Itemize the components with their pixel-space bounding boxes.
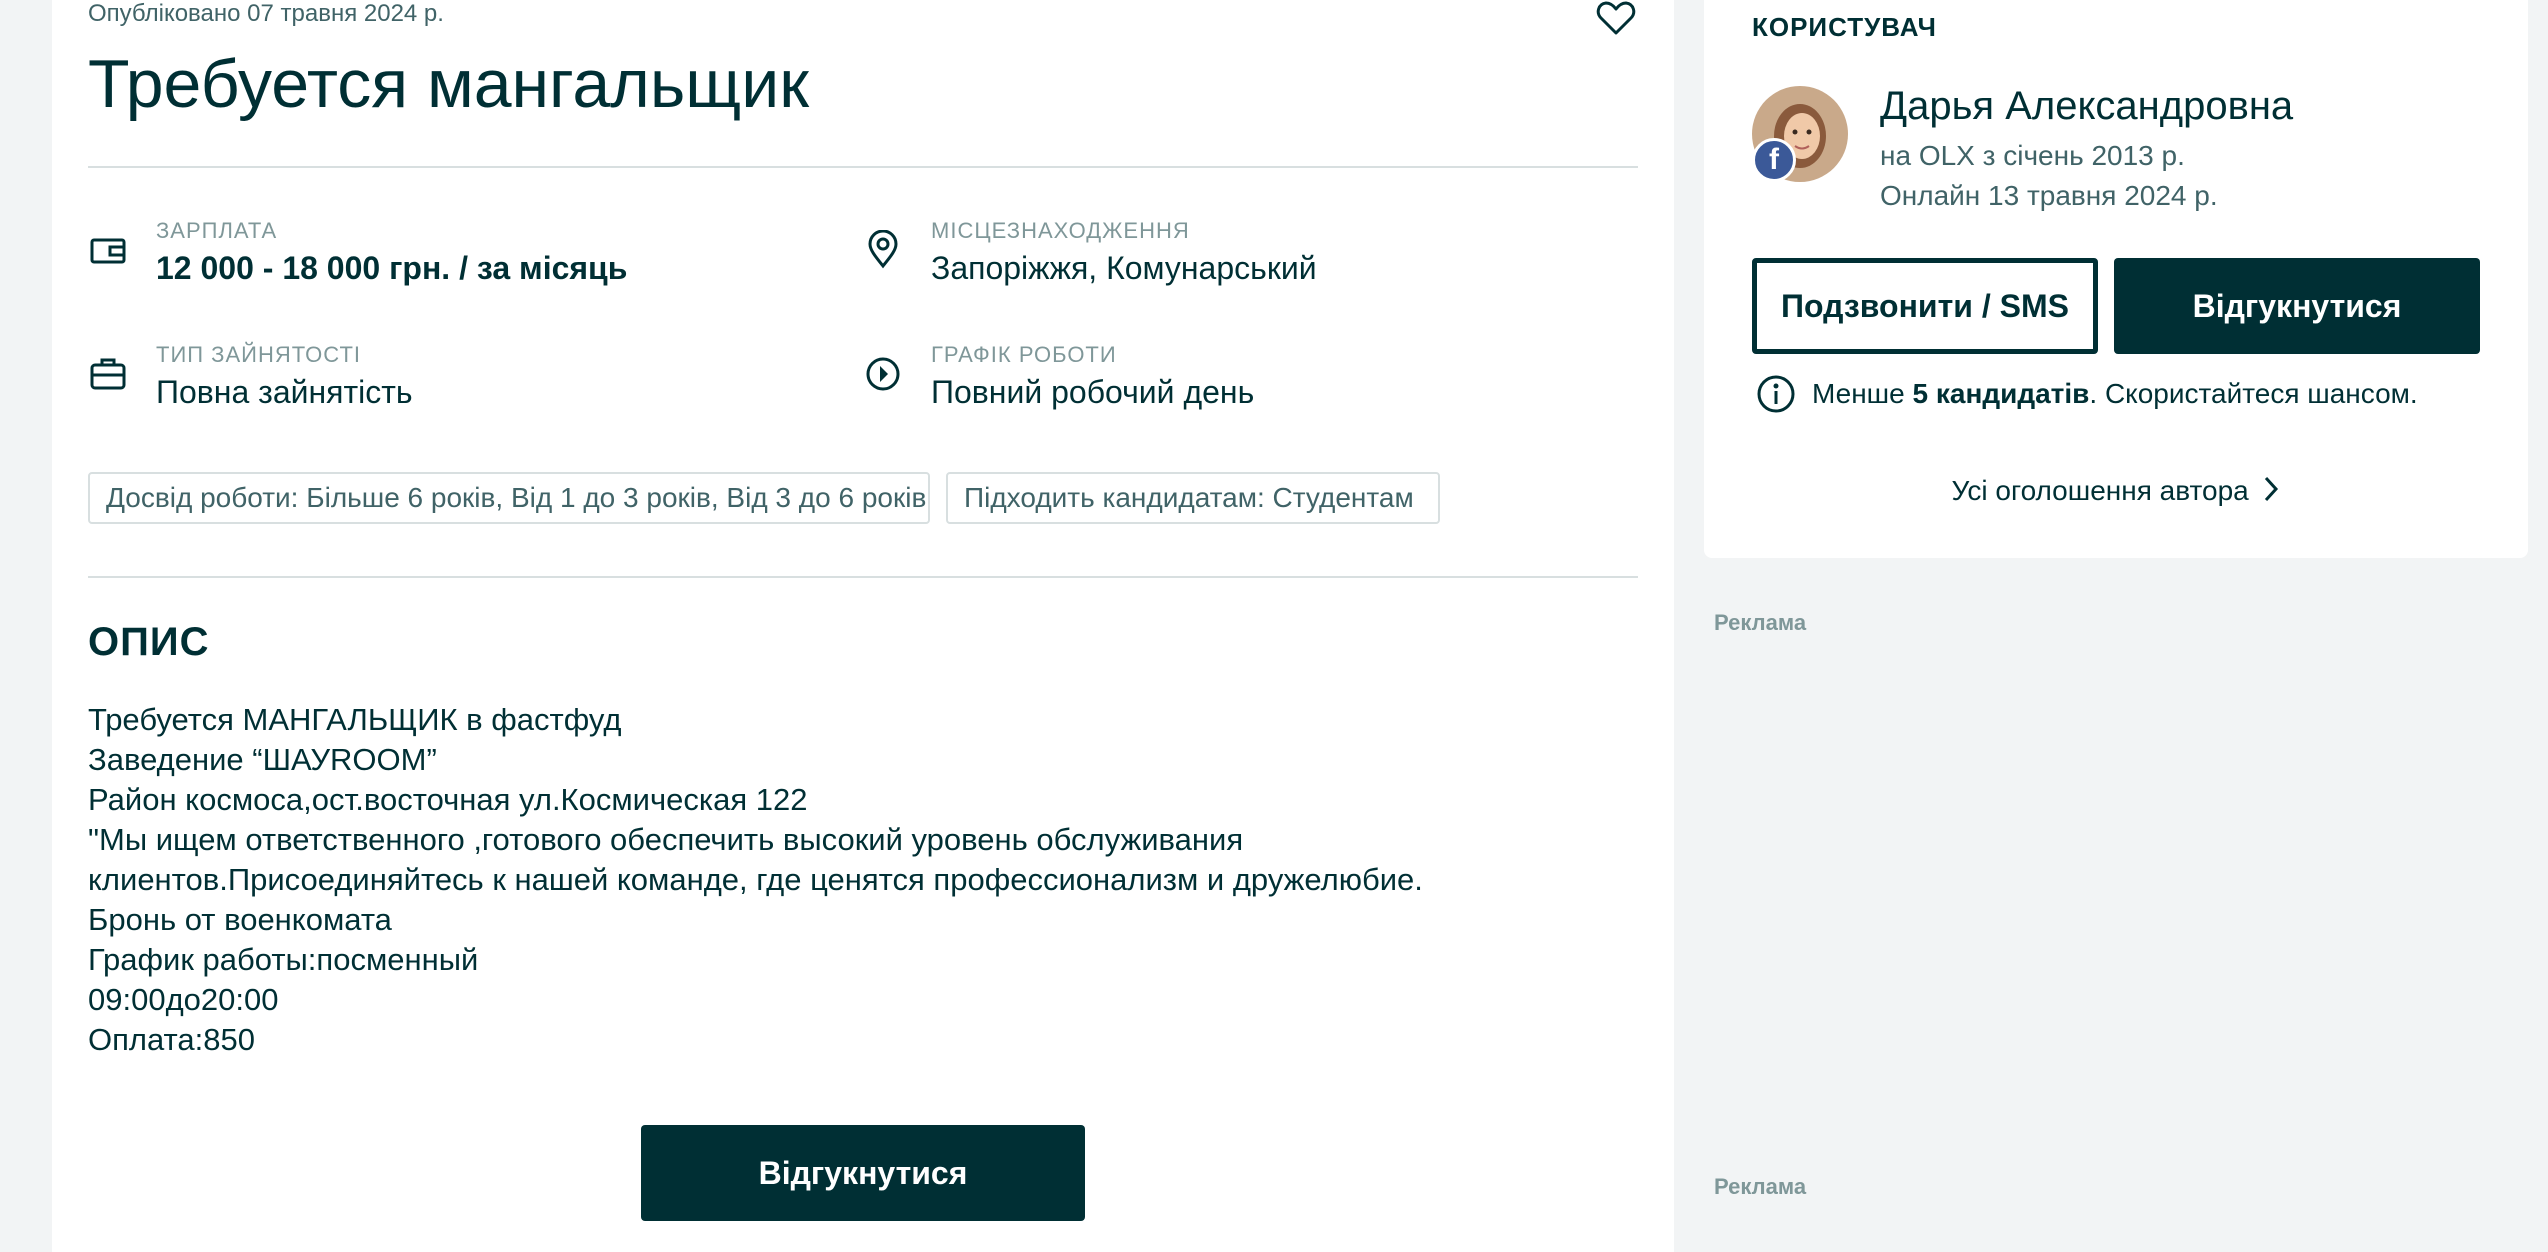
- info-icon: [1756, 374, 1796, 414]
- description-line: 09:00до20:00: [88, 982, 279, 1017]
- hint-suffix: . Скористайтеся шансом.: [2089, 378, 2418, 409]
- chevron-right-icon: [2261, 474, 2281, 511]
- member-since: на OLX з січень 2013 р.: [1880, 140, 2185, 171]
- divider: [88, 166, 1638, 168]
- schedule-label: ГРАФІК РОБОТИ: [931, 342, 1117, 367]
- experience-tag: Досвід роботи: Більше 6 років, Від 1 до …: [88, 472, 930, 524]
- call-sms-button[interactable]: Подзвонити / SMS: [1752, 258, 2098, 354]
- user-section-label: КОРИСТУВАЧ: [1752, 12, 1937, 42]
- user-name[interactable]: Дарья Александровна: [1880, 84, 2293, 129]
- description-line: Заведение “ШАУROOM”: [88, 742, 437, 777]
- all-ads-label: Усі оголошення автора: [1951, 474, 2249, 506]
- description-line: Район космоса,ост.восточная ул.Космическ…: [88, 782, 808, 817]
- published-date: Опубліковано 07 травня 2024 р.: [88, 0, 444, 27]
- hint-prefix: Менше: [1812, 378, 1913, 409]
- listing-title: Требуется мангальщик: [88, 46, 809, 122]
- map-pin-icon: [863, 229, 903, 270]
- hint-count: 5 кандидатів: [1912, 378, 2090, 409]
- ad-label: Реклама: [1714, 610, 1807, 635]
- description-title: ОПИС: [88, 620, 210, 664]
- last-online: Онлайн 13 травня 2024 р.: [1880, 180, 2218, 211]
- salary-value: 12 000 - 18 000 грн. / за місяць: [156, 250, 628, 286]
- location-label: МІСЦЕЗНАХОДЖЕННЯ: [931, 218, 1190, 243]
- listing-card: Опубліковано 07 травня 2024 р. Требуется…: [52, 0, 1674, 1252]
- schedule-value: Повний робочий день: [931, 374, 1255, 410]
- employment-value: Повна зайнятість: [156, 374, 413, 410]
- description-line: Оплата:850: [88, 1022, 255, 1057]
- description-line: "Мы ищем ответственного ,готового обеспе…: [88, 822, 1244, 857]
- apply-button[interactable]: Відгукнутися: [2114, 258, 2480, 354]
- salary-label: ЗАРПЛАТА: [156, 218, 278, 243]
- wallet-icon: [88, 230, 128, 270]
- location-value: Запоріжжя, Комунарський: [931, 250, 1317, 286]
- heart-icon[interactable]: [1596, 0, 1636, 36]
- divider: [88, 576, 1638, 578]
- ad-label: Реклама: [1714, 1174, 1807, 1199]
- description-line: Бронь от военкомата: [88, 902, 392, 937]
- briefcase-icon: [88, 354, 128, 394]
- description-line: клиентов.Присоединяйтесь к нашей команде…: [88, 862, 1423, 897]
- candidates-hint: Менше 5 кандидатів . Скористайтеся шансо…: [1756, 374, 2418, 414]
- description-line: Требуется МАНГАЛЬЩИК в фастфуд: [88, 702, 622, 737]
- employment-label: ТИП ЗАЙНЯТОСТІ: [156, 342, 361, 367]
- user-card: КОРИСТУВАЧ f Дарья Александровна на OLX …: [1704, 0, 2528, 558]
- apply-button-bottom[interactable]: Відгукнутися: [641, 1125, 1085, 1221]
- description-line: График работы:посменный: [88, 942, 479, 977]
- clock-icon: [863, 354, 903, 394]
- facebook-icon: f: [1752, 138, 1796, 182]
- description-text: Требуется МАНГАЛЬЩИК в фастфуд Заведение…: [88, 700, 1423, 1060]
- candidates-tag: Підходить кандидатам: Студентам: [946, 472, 1440, 524]
- all-ads-link[interactable]: Усі оголошення автора: [1704, 474, 2528, 511]
